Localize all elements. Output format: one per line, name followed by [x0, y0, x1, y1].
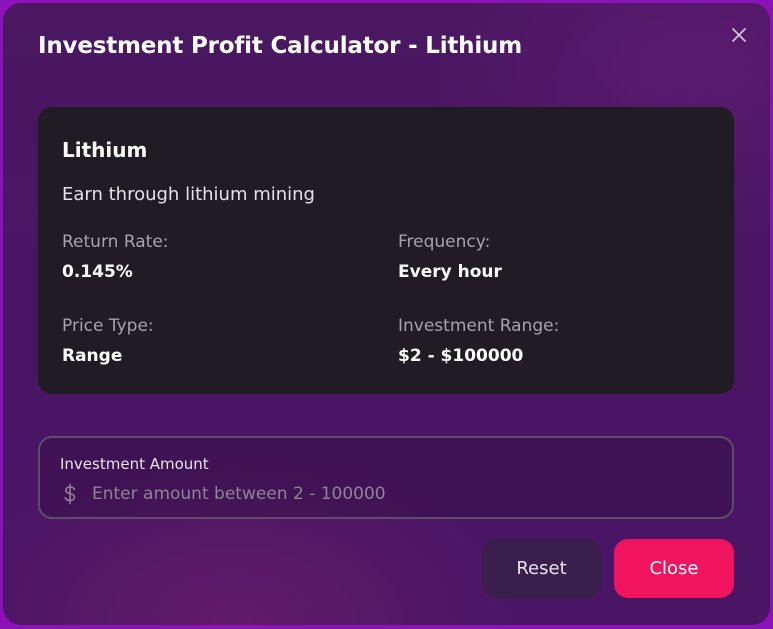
- return-rate-label: Return Rate:: [62, 232, 169, 252]
- investment-calculator-dialog: Investment Profit Calculator - Lithium L…: [3, 3, 770, 625]
- frequency-label: Frequency:: [398, 232, 491, 252]
- reset-button[interactable]: Reset: [482, 539, 601, 598]
- investment-range-value: $2 - $100000: [398, 346, 524, 366]
- close-icon[interactable]: [727, 23, 751, 47]
- investment-amount-input[interactable]: [92, 481, 692, 507]
- dollar-icon: [61, 482, 79, 506]
- dialog-title: Investment Profit Calculator - Lithium: [38, 33, 522, 59]
- price-type-value: Range: [62, 346, 123, 366]
- investment-name: Lithium: [62, 138, 148, 162]
- return-rate-value: 0.145%: [62, 262, 133, 282]
- investment-description: Earn through lithium mining: [62, 184, 315, 205]
- investment-range-label: Investment Range:: [398, 316, 560, 336]
- investment-info-card: Lithium Earn through lithium mining Retu…: [38, 107, 734, 394]
- close-button[interactable]: Close: [614, 539, 734, 598]
- investment-amount-field[interactable]: Investment Amount: [38, 436, 734, 519]
- price-type-label: Price Type:: [62, 316, 154, 336]
- frequency-value: Every hour: [398, 262, 502, 282]
- investment-amount-label: Investment Amount: [60, 455, 209, 473]
